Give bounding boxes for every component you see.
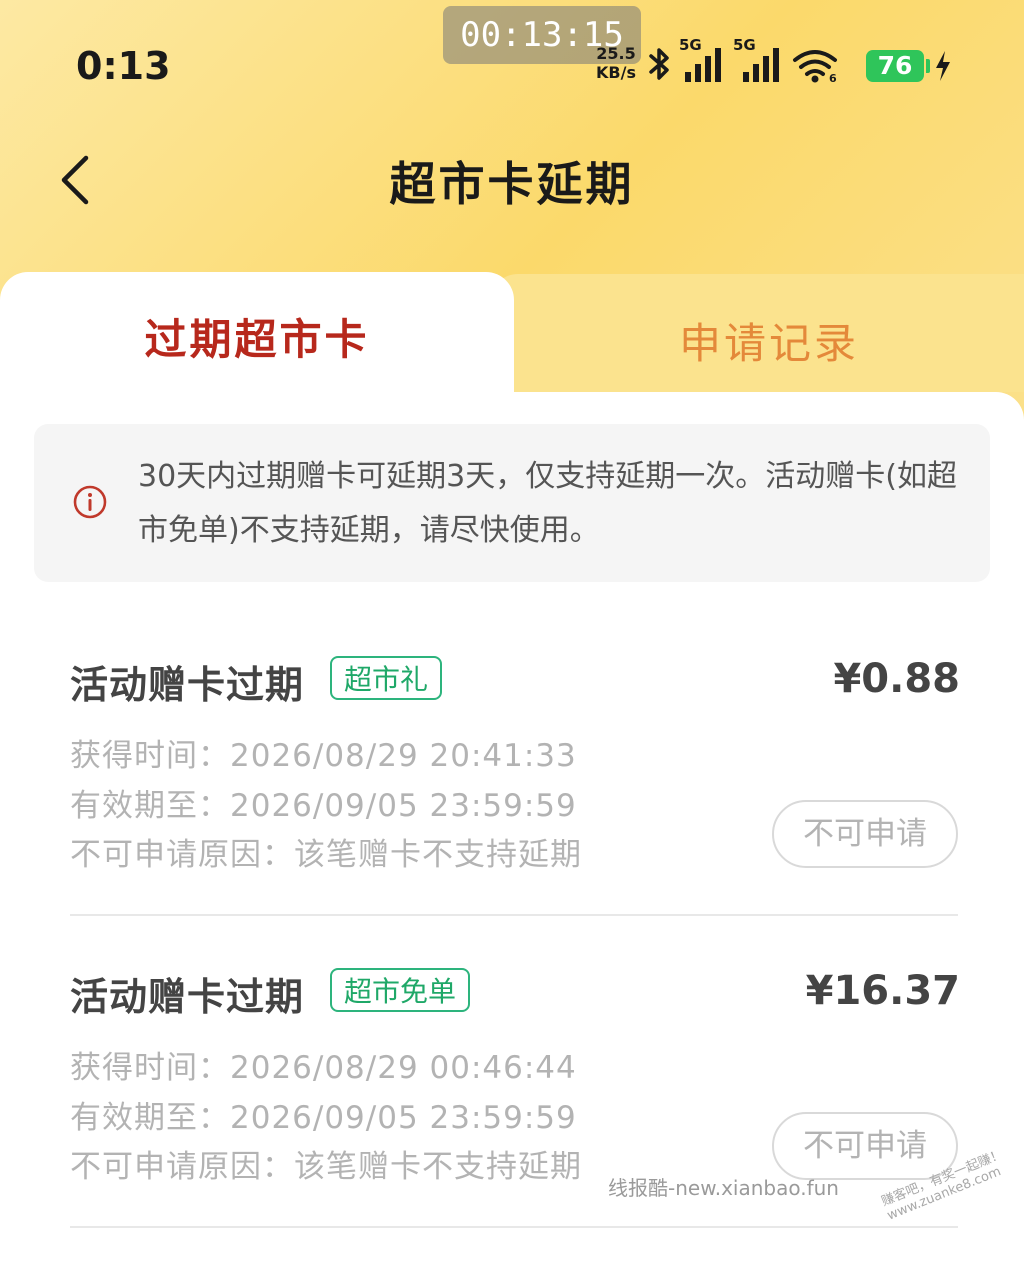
card-amount: ¥16.37 bbox=[805, 968, 960, 1014]
card-reject-reason: 不可申请原因：该笔赠卡不支持延期 bbox=[70, 837, 582, 873]
tab-expired-cards-label: 过期超市卡 bbox=[144, 315, 370, 364]
tab-expired-cards[interactable]: 过期超市卡 bbox=[0, 272, 514, 402]
signal-type-label-1: 5G bbox=[679, 36, 702, 54]
card-tag: 超市礼 bbox=[330, 656, 443, 700]
battery-level: 76 bbox=[866, 50, 924, 82]
card-obtained-time: 获得时间：2026/08/29 00:46:44 bbox=[70, 1050, 577, 1086]
tab-application-records[interactable]: 申请记录 bbox=[514, 274, 1024, 392]
back-button[interactable] bbox=[52, 148, 102, 212]
bluetooth-icon bbox=[645, 44, 675, 84]
status-icons: 5G 5G 6 bbox=[645, 36, 839, 84]
card-valid-until: 有效期至：2026/09/05 23:59:59 bbox=[70, 1100, 577, 1136]
card-divider bbox=[70, 1226, 958, 1228]
card-title: 活动赠卡过期 bbox=[70, 975, 305, 1019]
signal-type-label-2: 5G bbox=[733, 36, 756, 54]
page-title: 超市卡延期 bbox=[389, 157, 635, 211]
card-tag: 超市免单 bbox=[330, 968, 471, 1012]
card-divider bbox=[70, 914, 958, 916]
tab-application-records-label: 申请记录 bbox=[678, 319, 859, 368]
notice-banner: 30天内过期赠卡可延期3天，仅支持延期一次。活动赠卡(如超市免单)不支持延期，请… bbox=[34, 424, 990, 582]
battery-cap bbox=[926, 59, 930, 73]
wifi-icon: 6 bbox=[791, 44, 839, 84]
cellular-signal-icon-2: 5G bbox=[731, 36, 787, 84]
svg-text:6: 6 bbox=[829, 72, 837, 84]
card-amount: ¥0.88 bbox=[833, 656, 960, 702]
info-icon bbox=[72, 484, 108, 524]
expired-card-item: 活动赠卡过期 超市免单 ¥16.37 获得时间：2026/08/29 00:46… bbox=[70, 966, 960, 1266]
apply-extension-button[interactable]: 不可申请 bbox=[772, 800, 958, 868]
card-valid-until: 有效期至：2026/09/05 23:59:59 bbox=[70, 788, 577, 824]
card-obtained-time: 获得时间：2026/08/29 20:41:33 bbox=[70, 738, 577, 774]
expired-card-item: 活动赠卡过期 超市礼 ¥0.88 获得时间：2026/08/29 20:41:3… bbox=[70, 654, 960, 954]
network-speed: 25.5 KB/s bbox=[590, 44, 642, 82]
card-title: 活动赠卡过期 bbox=[70, 663, 305, 707]
charging-icon bbox=[934, 50, 952, 86]
chevron-left-icon bbox=[52, 155, 102, 216]
status-time: 0:13 bbox=[76, 44, 171, 88]
watermark-text: 线报酷-new.xianbao.fun bbox=[608, 1176, 839, 1200]
notice-text: 30天内过期赠卡可延期3天，仅支持延期一次。活动赠卡(如超市免单)不支持延期，请… bbox=[138, 459, 957, 548]
card-reject-reason: 不可申请原因：该笔赠卡不支持延期 bbox=[70, 1149, 582, 1185]
cellular-signal-icon-1: 5G bbox=[679, 36, 727, 84]
network-speed-unit: KB/s bbox=[596, 63, 636, 82]
network-speed-value: 25.5 bbox=[596, 44, 636, 63]
